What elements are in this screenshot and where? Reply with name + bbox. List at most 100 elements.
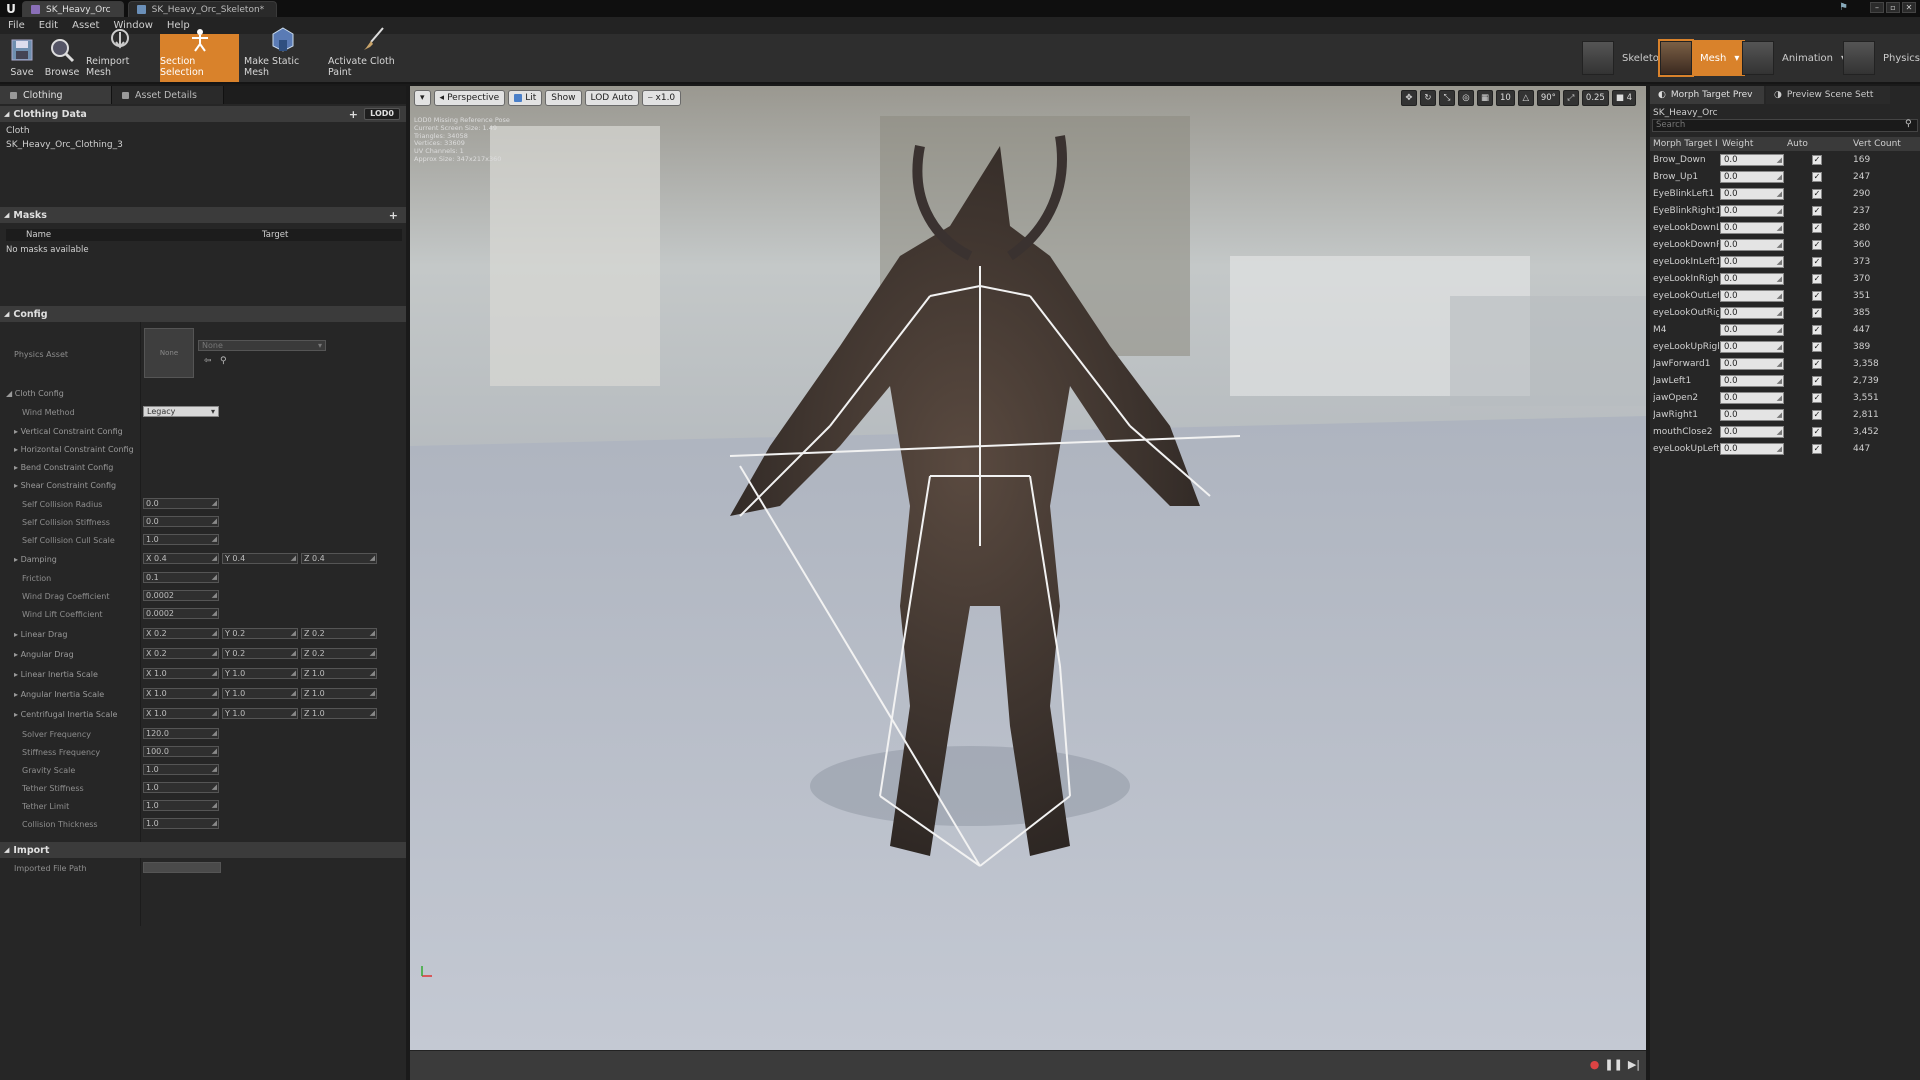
morph-weight-field[interactable]: 0.0 bbox=[1720, 205, 1784, 217]
rotate-icon[interactable]: ↻ bbox=[1419, 90, 1436, 106]
morph-target-row[interactable]: Brow_Down 0.0 ✓ 169 bbox=[1650, 152, 1920, 169]
clothing-data-header[interactable]: ◢ Clothing Data + LOD0 bbox=[0, 106, 406, 122]
grid-snap-icon[interactable]: ▦ bbox=[1476, 90, 1493, 106]
use-selected-arrow-icon[interactable]: ⇦ bbox=[204, 356, 212, 366]
close-button[interactable]: ✕ bbox=[1902, 2, 1916, 13]
scale-snap-value[interactable]: 0.25 bbox=[1581, 90, 1609, 106]
morph-weight-field[interactable]: 0.0 bbox=[1720, 239, 1784, 251]
auto-checkbox[interactable]: ✓ bbox=[1812, 206, 1822, 216]
browse-magnifier-icon[interactable]: ⚲ bbox=[220, 356, 227, 366]
auto-checkbox[interactable]: ✓ bbox=[1812, 189, 1822, 199]
clothing-asset-item[interactable]: SK_Heavy_Orc_Clothing_3 bbox=[6, 140, 123, 150]
reimport-mesh-button[interactable]: Reimport Mesh bbox=[86, 29, 154, 82]
translate-icon[interactable]: ✥ bbox=[1400, 90, 1417, 106]
menu-file[interactable]: File bbox=[8, 20, 25, 31]
self-collision-radius-field[interactable]: 0.0 bbox=[143, 498, 219, 509]
mode-skeleton-button[interactable]: Skeleton bbox=[1582, 40, 1665, 76]
auto-checkbox[interactable]: ✓ bbox=[1812, 393, 1822, 403]
morph-weight-field[interactable]: 0.0 bbox=[1720, 307, 1784, 319]
browse-button[interactable]: Browse bbox=[42, 34, 82, 82]
import-header[interactable]: ◢ Import bbox=[0, 842, 406, 858]
camera-speed-value[interactable]: ■ 4 bbox=[1611, 90, 1636, 106]
menu-asset[interactable]: Asset bbox=[72, 20, 99, 31]
collision-thickness-field[interactable]: 1.0 bbox=[143, 818, 219, 829]
centrifugal-inertia-y-field[interactable]: Y 1.0 bbox=[222, 708, 298, 719]
morph-weight-field[interactable]: 0.0 bbox=[1720, 256, 1784, 268]
grid-snap-value[interactable]: 10 bbox=[1496, 90, 1515, 106]
tab-preview-scene-settings[interactable]: ◑ Preview Scene Sett bbox=[1766, 86, 1890, 104]
damping-label[interactable]: ▸ Damping bbox=[14, 555, 57, 564]
morph-search-input[interactable]: Search bbox=[1652, 119, 1918, 132]
feedback-icon[interactable]: ⚑ bbox=[1839, 2, 1848, 13]
auto-checkbox[interactable]: ✓ bbox=[1812, 257, 1822, 267]
morph-weight-field[interactable]: 0.0 bbox=[1720, 171, 1784, 183]
linear-drag-label[interactable]: ▸ Linear Drag bbox=[14, 630, 67, 639]
col-auto[interactable]: Auto bbox=[1787, 139, 1808, 149]
scale-icon[interactable]: ⤡ bbox=[1438, 90, 1455, 106]
activate-cloth-paint-button[interactable]: Activate Cloth Paint bbox=[328, 27, 420, 82]
make-static-mesh-button[interactable]: Make Static Mesh bbox=[244, 27, 322, 82]
stiffness-frequency-field[interactable]: 100.0 bbox=[143, 746, 219, 757]
mode-animation-button[interactable]: Animation ▾ bbox=[1742, 40, 1846, 76]
mode-mesh-button[interactable]: Mesh ▾ bbox=[1658, 39, 1746, 77]
bend-constraint-config[interactable]: ▸ Bend Constraint Config bbox=[14, 463, 113, 472]
tether-limit-field[interactable]: 1.0 bbox=[143, 800, 219, 811]
col-morph-target[interactable]: Morph Target I bbox=[1653, 139, 1718, 149]
wind-lift-field[interactable]: 0.0002 bbox=[143, 608, 219, 619]
config-header[interactable]: ◢ Config bbox=[0, 306, 406, 322]
morph-weight-field[interactable]: 0.0 bbox=[1720, 443, 1784, 455]
morph-target-row[interactable]: eyeLookInRight0.0 ✓ 370 bbox=[1650, 271, 1920, 288]
physics-asset-dropdown[interactable]: None bbox=[198, 340, 326, 351]
auto-checkbox[interactable]: ✓ bbox=[1812, 427, 1822, 437]
solver-frequency-field[interactable]: 120.0 bbox=[143, 728, 219, 739]
self-collision-cull-field[interactable]: 1.0 bbox=[143, 534, 219, 545]
linear-inertia-x-field[interactable]: X 1.0 bbox=[143, 668, 219, 679]
morph-weight-field[interactable]: 0.0 bbox=[1720, 290, 1784, 302]
auto-checkbox[interactable]: ✓ bbox=[1812, 291, 1822, 301]
vertical-constraint-config[interactable]: ▸ Vertical Constraint Config bbox=[14, 427, 123, 436]
auto-checkbox[interactable]: ✓ bbox=[1812, 155, 1822, 165]
morph-target-row[interactable]: Brow_Up1 0.0 ✓ 247 bbox=[1650, 169, 1920, 186]
linear-drag-y-field[interactable]: Y 0.2 bbox=[222, 628, 298, 639]
angular-drag-z-field[interactable]: Z 0.2 bbox=[301, 648, 377, 659]
save-button[interactable]: Save bbox=[4, 34, 40, 82]
morph-weight-field[interactable]: 0.0 bbox=[1720, 341, 1784, 353]
angular-drag-label[interactable]: ▸ Angular Drag bbox=[14, 650, 74, 659]
record-icon[interactable]: ● bbox=[1590, 1058, 1600, 1071]
add-icon[interactable]: + bbox=[349, 108, 358, 121]
tab-sk-heavy-orc[interactable]: SK_Heavy_Orc bbox=[22, 1, 124, 17]
rotation-snap-icon[interactable]: △ bbox=[1517, 90, 1534, 106]
morph-target-row[interactable]: eyeLookOutRig0.0 ✓ 385 bbox=[1650, 305, 1920, 322]
col-weight[interactable]: Weight bbox=[1722, 139, 1753, 149]
show-button[interactable]: Show bbox=[545, 90, 582, 106]
gravity-scale-field[interactable]: 1.0 bbox=[143, 764, 219, 775]
linear-inertia-y-field[interactable]: Y 1.0 bbox=[222, 668, 298, 679]
morph-weight-field[interactable]: 0.0 bbox=[1720, 188, 1784, 200]
angular-drag-y-field[interactable]: Y 0.2 bbox=[222, 648, 298, 659]
playback-speed-button[interactable]: ⎯ x1.0 bbox=[642, 90, 682, 106]
viewport-options-button[interactable]: ▾ bbox=[414, 90, 431, 106]
auto-checkbox[interactable]: ✓ bbox=[1812, 274, 1822, 284]
damping-x-field[interactable]: X 0.4 bbox=[143, 553, 219, 564]
tab-morph-target-preview[interactable]: ◐ Morph Target Prev bbox=[1650, 86, 1764, 104]
physics-asset-thumbnail[interactable]: None bbox=[144, 328, 194, 378]
auto-checkbox[interactable]: ✓ bbox=[1812, 359, 1822, 369]
auto-checkbox[interactable]: ✓ bbox=[1812, 342, 1822, 352]
centrifugal-inertia-z-field[interactable]: Z 1.0 bbox=[301, 708, 377, 719]
morph-target-row[interactable]: JawForward1 0.0 ✓ 3,358 bbox=[1650, 356, 1920, 373]
auto-checkbox[interactable]: ✓ bbox=[1812, 223, 1822, 233]
perspective-button[interactable]: ◂ Perspective bbox=[433, 90, 506, 106]
morph-weight-field[interactable]: 0.0 bbox=[1720, 392, 1784, 404]
morph-weight-field[interactable]: 0.0 bbox=[1720, 222, 1784, 234]
morph-weight-field[interactable]: 0.0 bbox=[1720, 409, 1784, 421]
shear-constraint-config[interactable]: ▸ Shear Constraint Config bbox=[14, 481, 116, 490]
morph-target-row[interactable]: mouthClose2 0.0 ✓ 3,452 bbox=[1650, 424, 1920, 441]
auto-checkbox[interactable]: ✓ bbox=[1812, 308, 1822, 318]
section-selection-button[interactable]: Section Selection bbox=[160, 29, 239, 82]
morph-target-row[interactable]: eyeLookDownR0.0 ✓ 360 bbox=[1650, 237, 1920, 254]
wind-method-dropdown[interactable]: Legacy bbox=[143, 406, 219, 417]
morph-weight-field[interactable]: 0.0 bbox=[1720, 426, 1784, 438]
morph-target-row[interactable]: eyeLookInLeft10.0 ✓ 373 bbox=[1650, 254, 1920, 271]
tab-clothing[interactable]: Clothing bbox=[0, 86, 112, 104]
angular-inertia-label[interactable]: ▸ Angular Inertia Scale bbox=[14, 690, 104, 699]
